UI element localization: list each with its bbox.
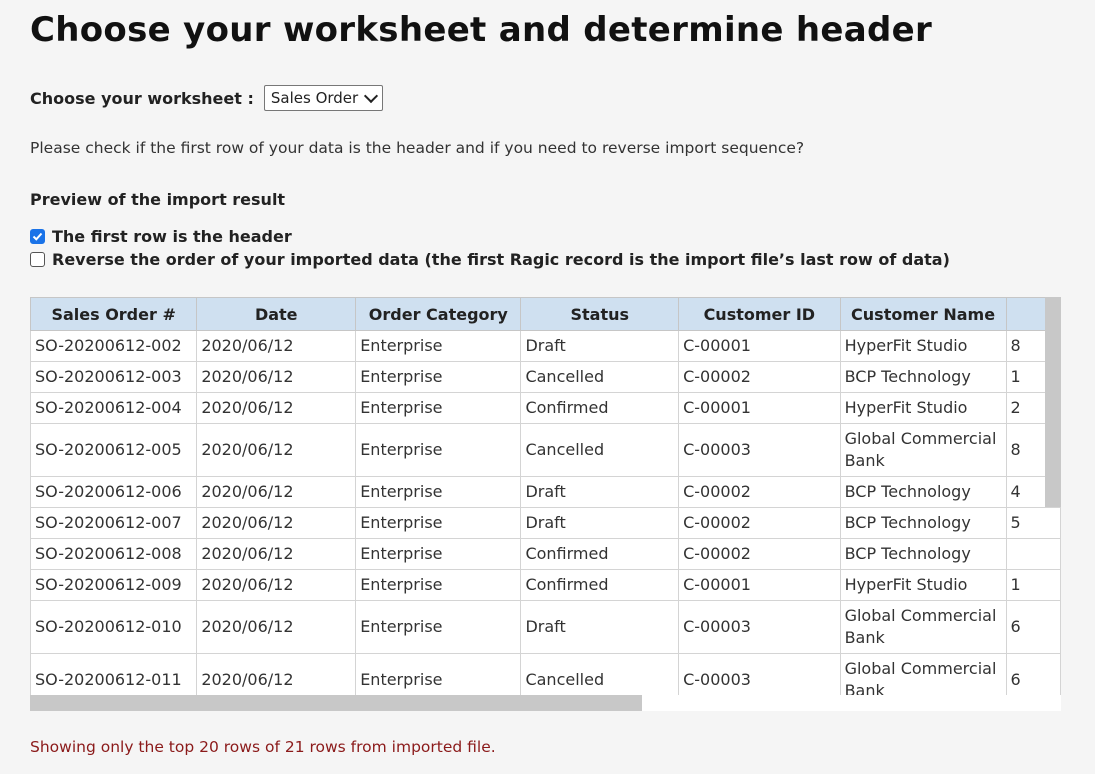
column-header: Customer ID [678, 297, 841, 331]
vertical-scrollbar[interactable] [1045, 297, 1061, 507]
table-row: SO-20200612-008 2020/06/12 Enterprise Co… [30, 538, 1061, 570]
column-header: Status [520, 297, 680, 331]
table-cell: HyperFit Studio [839, 569, 1007, 601]
page-title: Choose your worksheet and determine head… [30, 10, 933, 50]
instruction-text: Please check if the first row of your da… [30, 139, 805, 157]
table-cell: Draft [520, 476, 680, 508]
table-cell: SO-20200612-010 [30, 600, 198, 654]
table-cell: C-00002 [678, 538, 841, 570]
worksheet-select-value: Sales Order [270, 89, 359, 107]
table-cell: 2020/06/12 [196, 476, 357, 508]
table-cell: Enterprise [355, 538, 522, 570]
table-cell: BCP Technology [839, 476, 1007, 508]
table-cell: Enterprise [355, 423, 522, 477]
table-cell: 2020/06/12 [196, 330, 357, 362]
table-cell: Confirmed [520, 538, 680, 570]
table-row: SO-20200612-004 2020/06/12 Enterprise Co… [30, 392, 1061, 424]
import-page: Choose your worksheet and determine head… [0, 0, 1095, 774]
table-cell: Draft [520, 507, 680, 539]
worksheet-label: Choose your worksheet : [30, 88, 254, 108]
rows-shown-note: Showing only the top 20 rows of 21 rows … [30, 738, 496, 756]
table-cell: Enterprise [355, 361, 522, 393]
table-cell: C-00001 [678, 569, 841, 601]
table-cell: Global Commercial Bank [839, 423, 1007, 477]
table-cell-partial: 1 [1005, 569, 1061, 601]
table-cell: Enterprise [355, 507, 522, 539]
preview-title: Preview of the import result [30, 190, 286, 209]
table-cell: SO-20200612-009 [30, 569, 198, 601]
table-cell: BCP Technology [839, 507, 1007, 539]
table-cell: Confirmed [520, 569, 680, 601]
reverse-order-label: Reverse the order of your imported data … [52, 250, 950, 269]
table-cell: C-00002 [678, 507, 841, 539]
table-row: SO-20200612-002 2020/06/12 Enterprise Dr… [30, 330, 1061, 362]
reverse-order-option[interactable]: Reverse the order of your imported data … [30, 250, 950, 269]
table-cell-partial: 6 [1005, 600, 1061, 654]
table-cell: Enterprise [355, 330, 522, 362]
table-cell: SO-20200612-004 [30, 392, 198, 424]
table-cell-partial: 5 [1005, 507, 1061, 539]
checkmark-icon [32, 232, 43, 241]
table-cell: 2020/06/12 [196, 538, 357, 570]
preview-table-container: Sales Order # Date Order Category Status… [30, 297, 1061, 711]
table-cell: Cancelled [520, 361, 680, 393]
table-cell: Cancelled [520, 423, 680, 477]
horizontal-scrollbar[interactable] [30, 695, 642, 711]
table-cell: 2020/06/12 [196, 392, 357, 424]
preview-table: Sales Order # Date Order Category Status… [30, 297, 1061, 707]
table-header-row: Sales Order # Date Order Category Status… [30, 297, 1061, 331]
table-cell: Confirmed [520, 392, 680, 424]
table-cell: Draft [520, 330, 680, 362]
column-header: Sales Order # [30, 297, 198, 331]
table-cell: Enterprise [355, 569, 522, 601]
column-header: Order Category [355, 297, 522, 331]
table-cell: Global Commercial Bank [839, 600, 1007, 654]
table-cell: 2020/06/12 [196, 423, 357, 477]
table-cell: BCP Technology [839, 361, 1007, 393]
table-cell: HyperFit Studio [839, 392, 1007, 424]
table-cell: Enterprise [355, 476, 522, 508]
table-cell: HyperFit Studio [839, 330, 1007, 362]
table-cell: C-00002 [678, 476, 841, 508]
table-cell: C-00003 [678, 423, 841, 477]
first-row-header-checkbox[interactable] [30, 229, 45, 244]
table-cell: 2020/06/12 [196, 507, 357, 539]
table-cell: Enterprise [355, 392, 522, 424]
table-cell: C-00003 [678, 600, 841, 654]
table-cell: C-00002 [678, 361, 841, 393]
table-row: SO-20200612-009 2020/06/12 Enterprise Co… [30, 569, 1061, 601]
table-cell: SO-20200612-006 [30, 476, 198, 508]
column-header: Date [196, 297, 357, 331]
table-cell: SO-20200612-003 [30, 361, 198, 393]
chevron-down-icon [364, 88, 379, 103]
table-cell: SO-20200612-002 [30, 330, 198, 362]
table-cell: SO-20200612-005 [30, 423, 198, 477]
table-row: SO-20200612-006 2020/06/12 Enterprise Dr… [30, 476, 1061, 508]
first-row-header-option[interactable]: The first row is the header [30, 227, 292, 246]
reverse-order-checkbox[interactable] [30, 252, 45, 267]
table-cell: 2020/06/12 [196, 361, 357, 393]
table-cell-partial [1005, 538, 1061, 570]
table-cell: SO-20200612-007 [30, 507, 198, 539]
table-row: SO-20200612-003 2020/06/12 Enterprise Ca… [30, 361, 1061, 393]
first-row-header-label: The first row is the header [52, 227, 292, 246]
table-cell: C-00001 [678, 330, 841, 362]
table-row: SO-20200612-010 2020/06/12 Enterprise Dr… [30, 600, 1061, 654]
table-cell: BCP Technology [839, 538, 1007, 570]
worksheet-select[interactable]: Sales Order [263, 85, 384, 111]
worksheet-row: Choose your worksheet : Sales Order [30, 85, 384, 111]
table-cell: Draft [520, 600, 680, 654]
table-cell: Enterprise [355, 600, 522, 654]
table-cell: C-00001 [678, 392, 841, 424]
table-cell: 2020/06/12 [196, 569, 357, 601]
table-row: SO-20200612-007 2020/06/12 Enterprise Dr… [30, 507, 1061, 539]
table-row: SO-20200612-005 2020/06/12 Enterprise Ca… [30, 423, 1061, 477]
column-header: Customer Name [839, 297, 1007, 331]
table-cell: 2020/06/12 [196, 600, 357, 654]
table-cell: SO-20200612-008 [30, 538, 198, 570]
